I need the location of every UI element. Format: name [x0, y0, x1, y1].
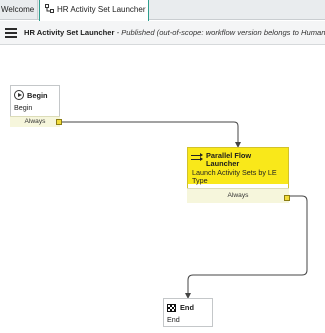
- end-node-description: End: [167, 315, 180, 324]
- begin-node[interactable]: Begin Begin Always: [10, 85, 62, 127]
- begin-node-title: Begin: [27, 90, 48, 100]
- play-circle-icon: [14, 90, 24, 100]
- workflow-canvas[interactable]: Begin Begin Always Parallel Flow Launche…: [0, 46, 325, 333]
- parallel-output-port[interactable]: [284, 195, 290, 201]
- transition-parallel-to-end: [185, 195, 308, 299]
- workflow-header: HR Activity Set Launcher - Published (ou…: [0, 21, 325, 45]
- begin-output-always[interactable]: Always: [10, 116, 60, 127]
- parallel-flow-icon: [191, 153, 203, 162]
- publish-status: - Published (out-of-scope: workflow vers…: [114, 28, 325, 37]
- tab-label: HR Activity Set Launcher: [57, 5, 146, 14]
- workflow-icon: [45, 4, 54, 14]
- transition-begin-to-parallel: [62, 121, 241, 148]
- header-text: HR Activity Set Launcher - Published (ou…: [24, 21, 325, 45]
- tab-welcome-label: Welcome: [1, 5, 35, 14]
- hamburger-menu-icon[interactable]: [5, 28, 17, 38]
- begin-output-label: Always: [24, 118, 46, 125]
- parallel-node-title: Parallel Flow Launcher: [206, 151, 252, 168]
- parallel-node-header: Parallel Flow Launcher: [188, 148, 288, 168]
- page-title: HR Activity Set Launcher: [24, 28, 115, 37]
- tab-strip: Welcome HR Activity Set Launcher: [0, 0, 325, 21]
- end-node-header: End: [164, 299, 212, 312]
- parallel-flow-launcher-node[interactable]: Parallel Flow Launcher Launch Activity S…: [187, 147, 290, 203]
- tab-hr-activity-set-launcher[interactable]: HR Activity Set Launcher: [39, 0, 149, 21]
- parallel-output-label: Always: [227, 192, 249, 199]
- begin-output-port[interactable]: [56, 119, 62, 125]
- parallel-node-description: Launch Activity Sets by LE Type: [192, 168, 277, 185]
- end-node[interactable]: End End: [163, 298, 213, 327]
- parallel-output-always[interactable]: Always: [187, 188, 289, 203]
- tab-welcome[interactable]: Welcome: [0, 0, 38, 20]
- begin-node-header: Begin: [11, 86, 59, 100]
- checkered-flag-icon: [167, 303, 176, 312]
- end-node-title: End: [180, 303, 194, 312]
- begin-node-description: Begin: [14, 103, 33, 112]
